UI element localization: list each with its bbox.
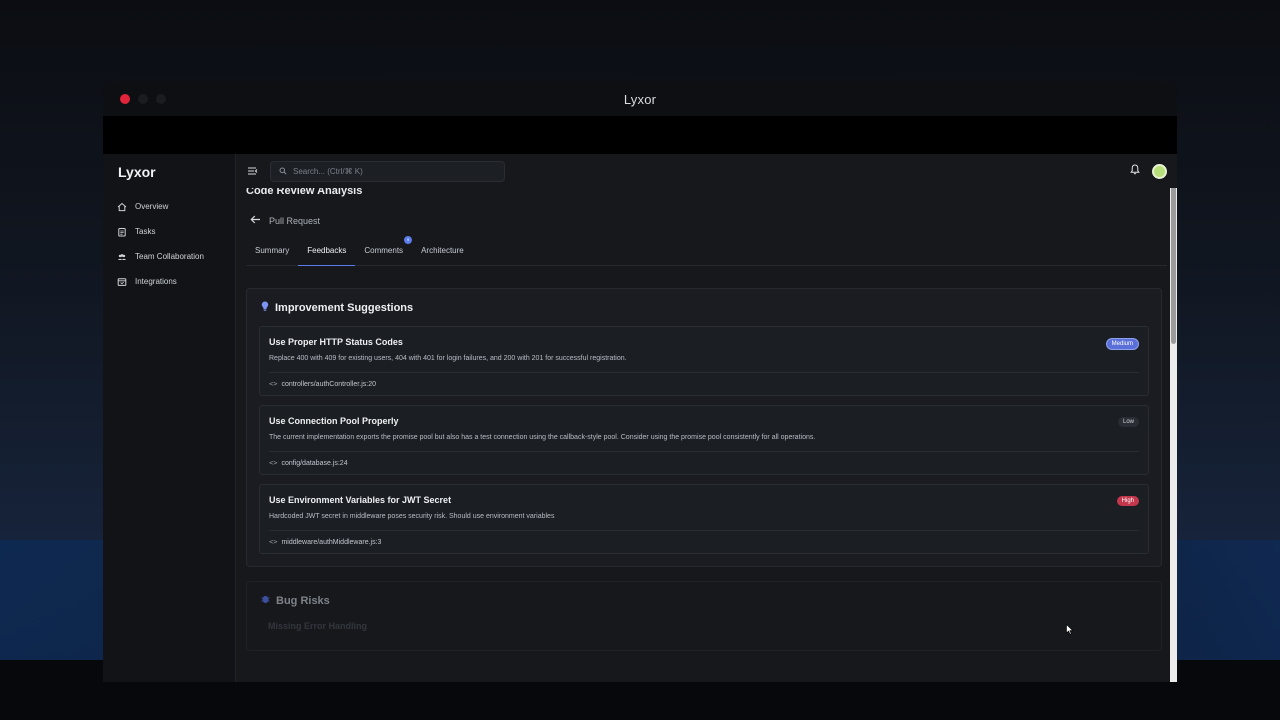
back-link[interactable]: Pull Request [250,215,1167,226]
maximize-window-button[interactable] [156,94,166,104]
tab-bar: Summary Feedbacks Comments 9 Architectur… [246,236,1167,266]
window-controls [120,94,166,104]
file-path: middleware/authMiddleware.js:3 [281,538,382,546]
top-bar [236,154,1177,188]
suggestion-card[interactable]: Use Proper HTTP Status Codes Medium Repl… [259,326,1149,396]
app-window: Lyxor Lyxor Overview Tasks Team Collabor… [103,82,1177,682]
search-icon [279,162,287,180]
main-area: Code Review Analysis Pull Request Summar… [236,154,1177,682]
sidebar-item-team-collaboration[interactable]: Team Collaboration [103,244,235,269]
comments-count-badge: 9 [404,236,413,244]
panel-title: Bug Risks [276,594,330,607]
divider [269,530,1139,531]
back-link-label: Pull Request [269,215,321,226]
divider [269,372,1139,373]
severity-badge: High [1116,496,1139,506]
improvement-suggestions-panel: Improvement Suggestions Use Proper HTTP … [246,288,1162,567]
bug-icon [261,594,270,607]
suggestion-title: Use Proper HTTP Status Codes [269,337,403,347]
integrations-icon [117,277,127,287]
avatar[interactable] [1152,163,1167,179]
file-reference[interactable]: <> middleware/authMiddleware.js:3 [269,538,1139,546]
tab-comments-label: Comments [364,246,404,255]
toolbar-strip [103,116,1177,154]
sidebar-item-tasks[interactable]: Tasks [103,219,235,244]
scrollbar[interactable] [1170,154,1177,682]
file-reference[interactable]: <> config/database.js:24 [269,459,1139,467]
search-input[interactable] [293,166,493,176]
suggestion-card[interactable]: Use Connection Pool Properly Low The cur… [259,405,1149,475]
panel-title: Improvement Suggestions [275,302,414,314]
tab-summary[interactable]: Summary [246,243,298,266]
severity-badge: Low [1117,417,1139,427]
sidebar-toggle-icon[interactable] [246,164,260,178]
minimize-window-button[interactable] [138,94,148,104]
window-title: Lyxor [623,91,657,107]
close-window-button[interactable] [120,94,130,104]
clipboard-icon [117,227,127,237]
suggestion-title: Use Environment Variables for JWT Secret [269,495,452,505]
app-shell: Lyxor Overview Tasks Team Collaboration [103,154,1177,682]
file-path: config/database.js:24 [281,459,348,467]
code-icon: <> [269,380,278,388]
tab-comments[interactable]: Comments 9 [355,236,413,266]
home-icon [117,202,127,212]
code-icon: <> [269,459,278,467]
panel-heading: Bug Risks [261,594,1149,607]
bug-risk-title: Missing Error Handling [268,621,368,631]
suggestion-description: Hardcoded JWT secret in middleware poses… [269,513,555,520]
suggestion-card[interactable]: Use Environment Variables for JWT Secret… [259,484,1149,554]
sidebar: Lyxor Overview Tasks Team Collaboration [103,154,236,682]
panel-heading: Improvement Suggestions [261,301,1149,315]
divider [269,451,1139,452]
tab-feedbacks[interactable]: Feedbacks [298,243,356,266]
suggestion-description: The current implementation exports the p… [269,434,816,441]
arrow-left-icon [250,215,261,226]
sidebar-item-label: Integrations [135,277,177,286]
topbar-actions [1130,162,1167,180]
mouse-cursor-icon [1066,624,1074,635]
sidebar-item-overview[interactable]: Overview [103,194,235,219]
sidebar-item-integrations[interactable]: Integrations [103,269,235,294]
code-icon: <> [269,538,278,546]
content-area: Code Review Analysis Pull Request Summar… [236,185,1167,682]
sidebar-item-label: Team Collaboration [135,252,204,261]
sidebar-item-label: Tasks [135,227,156,236]
team-icon [117,252,127,262]
brand-logo[interactable]: Lyxor [103,164,235,194]
bell-icon[interactable] [1130,162,1140,180]
search-box[interactable] [270,160,505,182]
tab-architecture[interactable]: Architecture [412,243,473,266]
severity-badge: Medium [1105,338,1139,350]
lightbulb-icon [261,301,269,315]
sidebar-item-label: Overview [135,202,169,211]
file-reference[interactable]: <> controllers/authController.js:20 [269,380,1139,388]
bug-risks-panel: Bug Risks Missing Error Handling [246,581,1162,651]
suggestion-description: Replace 400 with 409 for existing users,… [269,355,627,362]
suggestion-title: Use Connection Pool Properly [269,416,399,426]
file-path: controllers/authController.js:20 [281,380,376,388]
window-titlebar: Lyxor [103,82,1177,116]
